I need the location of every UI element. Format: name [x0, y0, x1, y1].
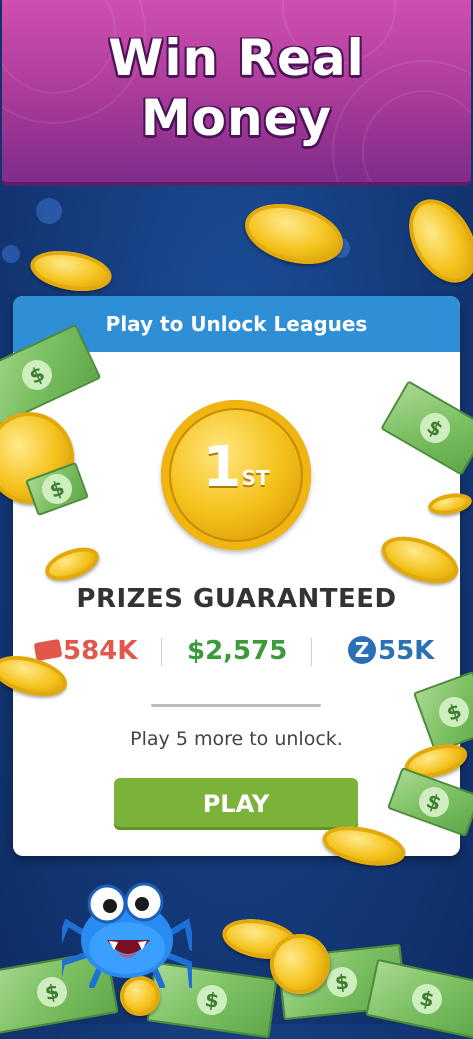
- background-bokeh: [36, 198, 62, 224]
- banner-title: Win Real Money: [2, 28, 471, 148]
- tickets-value: 584K: [63, 636, 138, 666]
- tickets-prize: 584K: [33, 634, 138, 668]
- banner-title-line1: Win Real: [108, 29, 365, 87]
- prize-row: 584K $2,575 Z 55K: [13, 634, 460, 668]
- play-button[interactable]: PLAY: [114, 778, 358, 830]
- dollar-bill-icon: [365, 958, 473, 1039]
- ticket-icon: [33, 638, 63, 661]
- gold-coin-icon: [27, 245, 115, 297]
- prizes-title: PRIZES GUARANTEED: [76, 584, 397, 614]
- medal-suffix: ST: [241, 466, 270, 490]
- gold-coin-icon: [395, 187, 473, 295]
- mascot-graphic: [54, 882, 195, 989]
- promo-banner: Win Real Money: [2, 0, 471, 186]
- unlock-progress-line: [151, 704, 321, 707]
- prize-divider: [161, 638, 162, 666]
- gold-coin-icon: [238, 194, 350, 274]
- cash-prize: $2,575: [187, 636, 288, 666]
- unlock-status-text: Play 5 more to unlock.: [130, 728, 343, 750]
- banner-title-line2: Money: [140, 89, 333, 147]
- z-points-prize: Z 55K: [348, 634, 434, 668]
- medal-number: 1: [202, 435, 242, 500]
- z-points-value: 55K: [378, 636, 435, 666]
- first-place-medal-icon: 1ST: [161, 400, 311, 550]
- medal-label: 1ST: [161, 438, 311, 498]
- background-bokeh: [2, 245, 20, 263]
- z-coin-icon: Z: [348, 635, 376, 664]
- prize-divider: [311, 638, 312, 666]
- blue-spider-mascot: [54, 868, 195, 989]
